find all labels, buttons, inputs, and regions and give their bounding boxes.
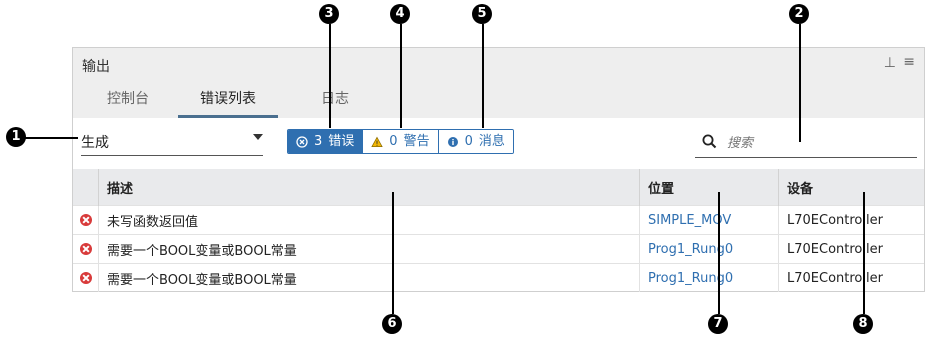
info-circle-icon — [447, 136, 459, 148]
build-filter-dropdown[interactable]: 生成 — [81, 128, 263, 156]
callout-8: 8 — [853, 314, 873, 334]
table-row[interactable]: 未写函数返回值 SIMPLE_MOV L70EController — [73, 205, 924, 235]
tab-bar: 控制台 错误列表 日志 — [73, 81, 924, 118]
row-description: 需要一个BOOL变量或BOOL常量 — [98, 263, 640, 292]
callout-4: 4 — [390, 4, 410, 24]
filter-value: 生成 — [81, 135, 109, 151]
errors-filter-button[interactable]: 3 错误 — [288, 130, 363, 153]
search-box — [695, 130, 917, 158]
errors-label: 错误 — [328, 134, 355, 149]
row-device: L70EController — [778, 234, 924, 264]
column-header-description-label: 描述 — [107, 181, 134, 197]
severity-column-header — [73, 169, 99, 206]
callout-1: 1 — [6, 127, 26, 147]
callout-3-leader — [329, 24, 331, 128]
row-description: 需要一个BOOL变量或BOOL常量 — [98, 234, 640, 264]
callout-6-leader — [392, 192, 394, 314]
magnifier-icon — [702, 134, 717, 153]
callout-5-leader — [482, 24, 484, 128]
error-icon — [79, 214, 92, 226]
row-device: L70EController — [778, 263, 924, 292]
callout-2: 2 — [789, 4, 809, 24]
column-header-device[interactable]: 设备 — [778, 169, 924, 206]
tab-console[interactable]: 控制台 — [89, 81, 167, 117]
table-row[interactable]: 需要一个BOOL变量或BOOL常量 Prog1_Rung0 L70EContro… — [73, 263, 924, 292]
callout-2-leader — [799, 24, 801, 142]
row-description: 未写函数返回值 — [98, 205, 640, 235]
row-device: L70EController — [778, 205, 924, 235]
error-icon — [79, 243, 92, 255]
tab-error-list-label: 错误列表 — [200, 91, 256, 107]
search-input[interactable] — [725, 131, 909, 155]
warnings-count: 0 — [389, 134, 398, 149]
pin-icon[interactable]: ⊥ — [884, 55, 896, 71]
severity-filter-group: 3 错误 0 警告 0 消息 — [287, 129, 514, 154]
row-location-link[interactable]: Prog1_Rung0 — [639, 234, 779, 264]
tab-console-label: 控制台 — [107, 91, 149, 107]
warning-triangle-icon — [371, 136, 383, 148]
warnings-filter-button[interactable]: 0 警告 — [362, 130, 438, 153]
row-location-link[interactable]: Prog1_Rung0 — [639, 263, 779, 292]
callout-7-leader — [718, 192, 720, 314]
callout-4-leader — [400, 24, 402, 128]
column-header-location[interactable]: 位置 — [639, 169, 779, 206]
tab-error-list[interactable]: 错误列表 — [178, 81, 278, 118]
output-panel: 输出 ⊥ ≡ 控制台 错误列表 日志 生成 3 错误 0 警告 0 消息 搜索 … — [72, 47, 925, 292]
error-circle-icon — [296, 135, 308, 148]
messages-label: 消息 — [478, 134, 505, 149]
hamburger-menu-icon[interactable]: ≡ — [903, 54, 915, 70]
errors-count: 3 — [314, 134, 323, 149]
error-table: 描述 位置 设备 未写函数返回值 SIMPLE_MOV L70EControll… — [73, 169, 924, 292]
tab-log[interactable]: 日志 — [300, 81, 370, 117]
warnings-label: 警告 — [403, 134, 430, 149]
column-header-location-label: 位置 — [648, 181, 675, 197]
column-header-description[interactable]: 描述 — [98, 169, 640, 206]
callout-8-leader — [863, 192, 865, 314]
column-header-device-label: 设备 — [787, 181, 814, 197]
callout-6: 6 — [382, 314, 402, 334]
chevron-down-icon — [253, 134, 263, 140]
table-header-row: 描述 位置 设备 — [73, 169, 924, 206]
callout-1-leader — [24, 137, 78, 139]
messages-count: 0 — [464, 134, 473, 149]
callout-7: 7 — [708, 314, 728, 334]
tab-log-label: 日志 — [321, 91, 349, 107]
row-location-link[interactable]: SIMPLE_MOV — [639, 205, 779, 235]
row-severity-cell — [73, 234, 99, 264]
messages-filter-button[interactable]: 0 消息 — [437, 130, 513, 153]
row-severity-cell — [73, 205, 99, 235]
panel-title: 输出 — [82, 59, 110, 75]
callout-3: 3 — [319, 4, 339, 24]
error-icon — [79, 272, 92, 284]
table-row[interactable]: 需要一个BOOL变量或BOOL常量 Prog1_Rung0 L70EContro… — [73, 234, 924, 264]
callout-5: 5 — [472, 4, 492, 24]
row-severity-cell — [73, 263, 99, 292]
panel-title-bar: 输出 ⊥ ≡ — [73, 48, 924, 81]
